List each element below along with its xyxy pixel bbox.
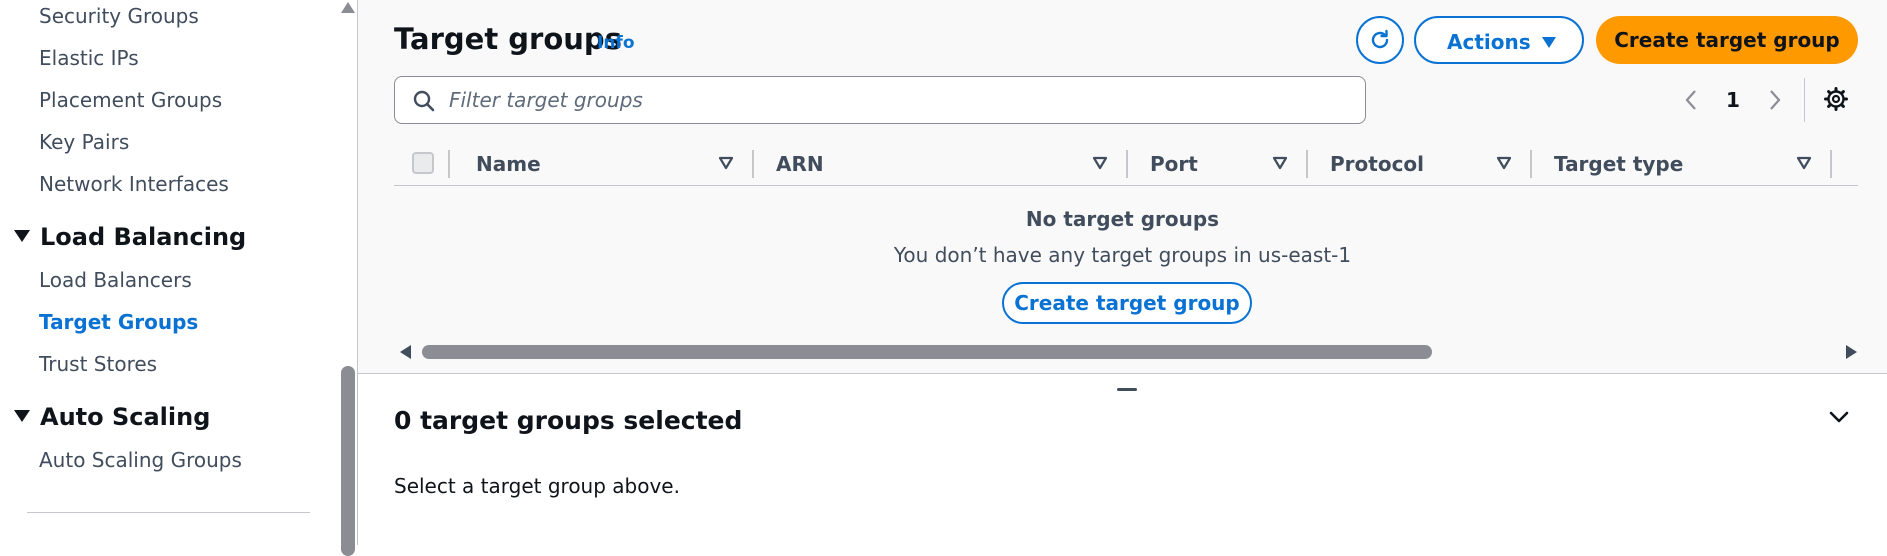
column-header-port[interactable]: Port: [1150, 152, 1198, 176]
scroll-right-arrow-icon[interactable]: [1846, 345, 1857, 359]
page-number[interactable]: 1: [1726, 88, 1740, 112]
page-title: Target groups: [394, 22, 622, 56]
column-separator[interactable]: [1126, 150, 1128, 178]
sort-icon[interactable]: [1272, 156, 1288, 170]
split-panel: 0 target groups selected Select a target…: [358, 373, 1887, 545]
create-target-group-button[interactable]: Create target group: [1596, 16, 1858, 64]
chevron-down-icon[interactable]: [1828, 410, 1850, 424]
scroll-left-arrow-icon[interactable]: [400, 345, 411, 359]
nav-section-auto-scaling[interactable]: Auto Scaling: [14, 403, 210, 431]
nav-link-elastic-ips[interactable]: Elastic IPs: [39, 46, 139, 70]
nav-link-target-groups[interactable]: Target Groups: [39, 310, 198, 334]
scroll-up-arrow-icon[interactable]: [341, 2, 355, 13]
column-separator[interactable]: [1530, 150, 1532, 178]
column-separator[interactable]: [752, 150, 754, 178]
nav-link-placement-groups[interactable]: Placement Groups: [39, 88, 222, 112]
settings-gear-icon[interactable]: [1823, 86, 1849, 112]
pagination-divider: [1804, 78, 1805, 122]
column-header-target-type[interactable]: Target type: [1554, 152, 1683, 176]
sidebar-navigation: Security Groups Elastic IPs Placement Gr…: [0, 0, 358, 556]
column-separator: [448, 150, 450, 178]
actions-label: Actions: [1447, 30, 1531, 54]
nav-link-security-groups[interactable]: Security Groups: [39, 4, 199, 28]
chevron-right-icon[interactable]: [1768, 88, 1782, 112]
caret-down-icon: [14, 410, 30, 422]
search-input[interactable]: [447, 87, 1347, 113]
column-separator[interactable]: [1306, 150, 1308, 178]
column-separator[interactable]: [1830, 150, 1832, 178]
horizontal-scrollbar-thumb[interactable]: [422, 345, 1432, 359]
chevron-left-icon[interactable]: [1684, 88, 1698, 112]
info-link[interactable]: Info: [597, 33, 635, 53]
sort-icon[interactable]: [718, 156, 734, 170]
nav-link-auto-scaling-groups[interactable]: Auto Scaling Groups: [39, 448, 242, 472]
nav-link-trust-stores[interactable]: Trust Stores: [39, 352, 157, 376]
caret-down-icon: [14, 230, 30, 242]
sort-icon[interactable]: [1092, 156, 1108, 170]
sort-icon[interactable]: [1496, 156, 1512, 170]
split-panel-body: Select a target group above.: [394, 474, 680, 498]
refresh-button[interactable]: [1356, 16, 1404, 64]
scrollbar-thumb[interactable]: [341, 366, 355, 556]
split-panel-title: 0 target groups selected: [394, 406, 743, 435]
nav-link-key-pairs[interactable]: Key Pairs: [39, 130, 129, 154]
sort-icon[interactable]: [1796, 156, 1812, 170]
actions-dropdown-button[interactable]: Actions: [1414, 16, 1584, 64]
nav-link-load-balancers[interactable]: Load Balancers: [39, 268, 192, 292]
empty-state-description: You don’t have any target groups in us-e…: [893, 243, 1352, 267]
nav-section-title: Auto Scaling: [40, 403, 211, 431]
nav-divider: [27, 512, 310, 513]
target-groups-table-container: Target groups Info Actions Create target…: [358, 0, 1887, 373]
empty-state-title: No target groups: [1025, 207, 1220, 231]
sidebar-scrollbar[interactable]: [338, 0, 358, 556]
nav-section-title: Load Balancing: [40, 223, 247, 251]
caret-down-icon: [1542, 37, 1556, 48]
nav-section-load-balancing[interactable]: Load Balancing: [14, 223, 246, 251]
column-header-protocol[interactable]: Protocol: [1330, 152, 1424, 176]
refresh-icon: [1371, 29, 1389, 49]
search-icon: [413, 90, 435, 112]
nav-link-network-interfaces[interactable]: Network Interfaces: [39, 172, 229, 196]
main-content: Target groups Info Actions Create target…: [358, 0, 1887, 545]
select-all-checkbox[interactable]: [412, 152, 434, 174]
search-box[interactable]: [394, 76, 1366, 124]
empty-state-create-button[interactable]: Create target group: [1002, 282, 1252, 324]
column-header-name[interactable]: Name: [476, 152, 541, 176]
split-panel-resize-handle[interactable]: [1117, 388, 1137, 391]
column-header-arn[interactable]: ARN: [776, 152, 824, 176]
table-header: Name ARN Port Protocol Target type: [394, 146, 1858, 186]
